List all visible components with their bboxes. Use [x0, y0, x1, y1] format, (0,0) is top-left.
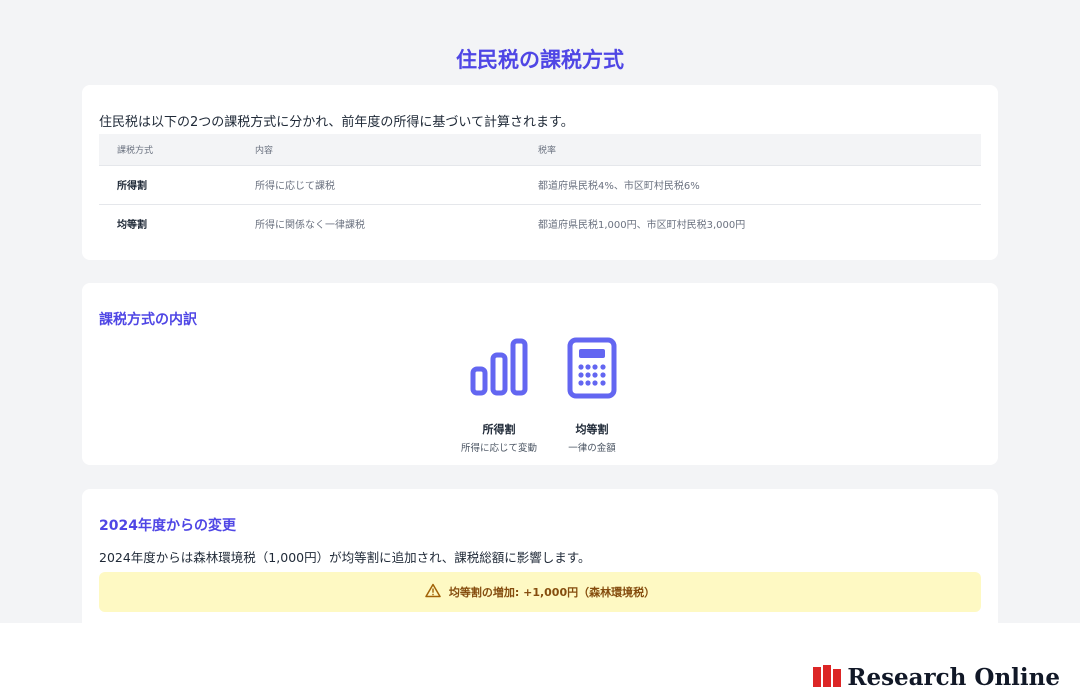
warning-notice: 均等割の増加: +1,000円（森林環境税） — [99, 572, 981, 612]
table-cell-content: 所得に関係なく一律課税 — [237, 203, 520, 243]
table-header-row: 課税方式 内容 税率 — [99, 134, 981, 165]
breakdown-item-description: 所得に応じて変動 — [460, 443, 537, 454]
table-row: 均等割 所得に関係なく一律課税 都道府県民税1,000円、市区町村民税3,000… — [99, 203, 981, 243]
table-row: 所得割 所得に応じて課税 都道府県民税4%、市区町村民税6% — [99, 164, 981, 204]
changes-card: 2024年度からの変更 2024年度からは森林環境税（1,000円）が均等割に追… — [82, 489, 998, 623]
breakdown-card: 課税方式の内訳 所得割 所得に応じて変動 均等割 一律の金額 — [82, 283, 998, 465]
breakdown-item-income: 所得割 所得に応じて変動 — [444, 337, 554, 454]
intro-text: 住民税は以下の2つの課税方式に分かれ、前年度の所得に基づいて計算されます。 — [99, 115, 574, 130]
logo-mark-icon — [813, 664, 842, 691]
changes-heading: 2024年度からの変更 — [99, 518, 236, 534]
breakdown-heading: 課税方式の内訳 — [99, 312, 197, 328]
overview-card: 住民税は以下の2つの課税方式に分かれ、前年度の所得に基づいて計算されます。 課税… — [82, 85, 998, 260]
table-cell-content: 所得に応じて課税 — [237, 164, 520, 204]
table-cell-rate: 都道府県民税4%、市区町村民税6% — [520, 164, 981, 204]
warning-icon — [425, 583, 449, 601]
calculator-icon — [542, 337, 642, 399]
breakdown-item-label: 所得割 — [482, 423, 516, 436]
column-header-content: 内容 — [237, 134, 520, 165]
breakdown-item-description: 一律の金額 — [568, 443, 616, 454]
column-header-method: 課税方式 — [99, 134, 237, 165]
page-title: 住民税の課税方式 — [456, 48, 624, 72]
breakdown-item-label: 均等割 — [575, 423, 609, 436]
column-header-rate: 税率 — [520, 134, 981, 165]
table-cell-rate: 都道府県民税1,000円、市区町村民税3,000円 — [520, 203, 981, 243]
table-cell-method: 均等割 — [99, 203, 237, 243]
research-online-logo: Research Online — [813, 664, 1060, 691]
table-cell-method: 所得割 — [99, 164, 237, 204]
breakdown-item-flat: 均等割 一律の金額 — [542, 337, 642, 454]
warning-text: 均等割の増加: +1,000円（森林環境税） — [448, 586, 656, 599]
bar-chart-icon — [444, 337, 554, 399]
tax-method-table: 課税方式 内容 税率 所得割 所得に応じて課税 都道府県民税4%、市区町村民税6… — [99, 134, 981, 243]
logo-text: Research Online — [847, 664, 1060, 691]
changes-text: 2024年度からは森林環境税（1,000円）が均等割に追加され、課税総額に影響し… — [99, 550, 591, 565]
